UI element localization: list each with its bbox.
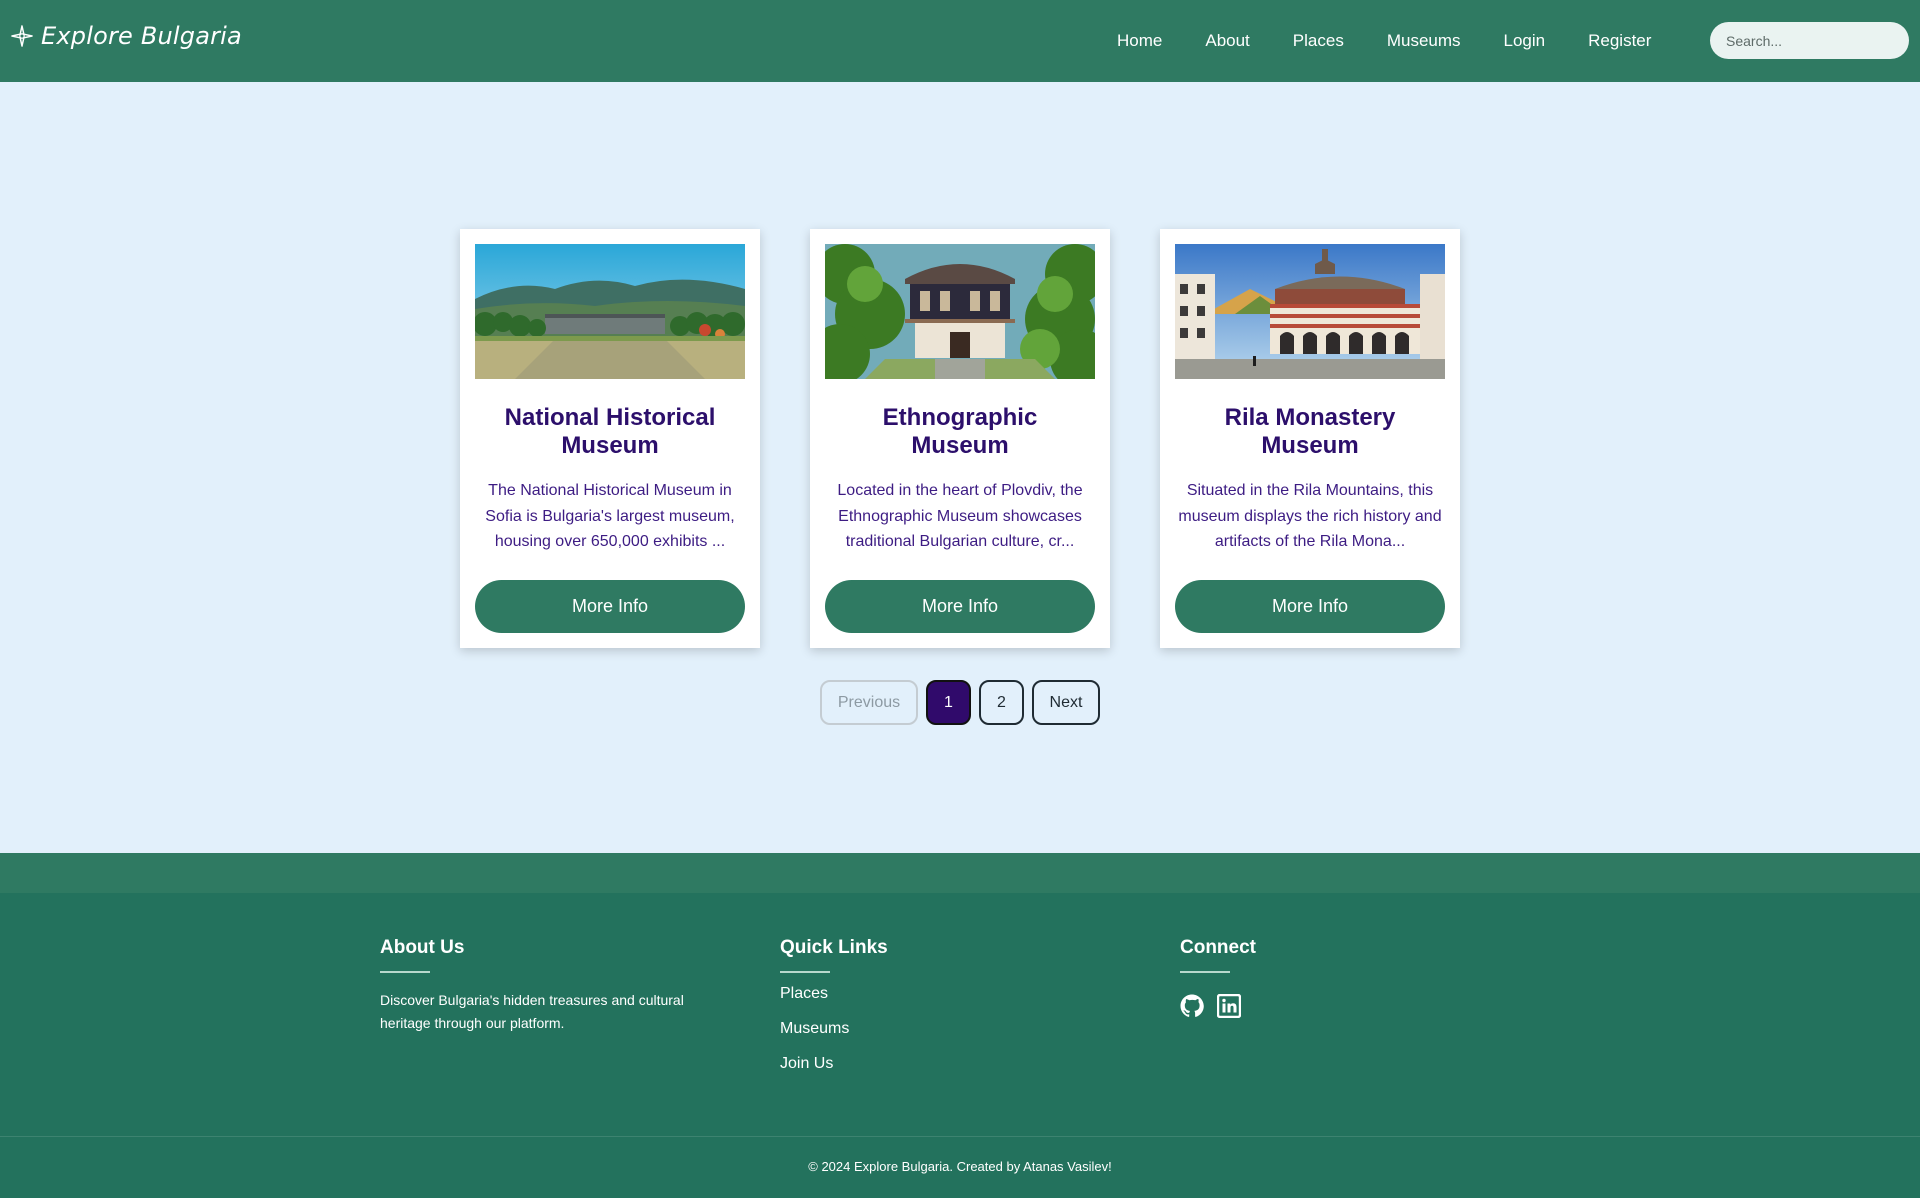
compass-star-icon xyxy=(11,25,33,47)
copyright-text: © 2024 Explore Bulgaria. Created by Atan… xyxy=(808,1159,1112,1174)
footer-divider xyxy=(0,1136,1920,1137)
card-title: National Historical Museum xyxy=(504,404,716,459)
museum-photo-rila-monastery xyxy=(1175,244,1445,379)
more-info-button[interactable]: More Info xyxy=(825,579,1095,633)
nav-home[interactable]: Home xyxy=(1117,31,1162,51)
card-description: Situated in the Rila Mountains, this mus… xyxy=(1178,482,1442,550)
nav-register[interactable]: Register xyxy=(1588,31,1651,51)
footer-about-title: About Us xyxy=(380,937,465,958)
card-title: Ethnographic Museum xyxy=(882,404,1038,459)
search-input[interactable] xyxy=(1710,22,1909,59)
heading-underline xyxy=(780,971,830,973)
card-title: Rila Monastery Museum xyxy=(1224,404,1396,459)
museum-cards: National Historical Museum The National … xyxy=(460,229,1460,648)
brand-name: Explore Bulgaria xyxy=(41,22,242,50)
pagination: Previous 1 2 Next xyxy=(820,680,1100,725)
card-description: The National Historical Museum in Sofia … xyxy=(485,482,735,550)
heading-underline xyxy=(1180,971,1230,973)
nav-login[interactable]: Login xyxy=(1504,31,1546,51)
footer-link-places[interactable]: Places xyxy=(780,985,888,1003)
main-nav: Home About Places Museums Login Register xyxy=(1117,0,1694,82)
museum-photo-national-historical xyxy=(475,244,745,379)
more-info-button[interactable]: More Info xyxy=(1175,579,1445,633)
quick-links-list: Places Museums Join Us xyxy=(780,985,888,1073)
page-1-button[interactable]: 1 xyxy=(926,680,971,725)
footer-link-join-us[interactable]: Join Us xyxy=(780,1055,888,1073)
nav-museums[interactable]: Museums xyxy=(1387,31,1461,51)
previous-page-button[interactable]: Previous xyxy=(820,680,918,725)
top-navbar: Explore Bulgaria Home About Places Museu… xyxy=(0,0,1920,82)
footer-about-text: Discover Bulgaria's hidden treasures and… xyxy=(380,992,684,1031)
linkedin-icon[interactable] xyxy=(1217,994,1241,1018)
nav-places[interactable]: Places xyxy=(1293,31,1344,51)
museum-card: Rila Monastery Museum Situated in the Ri… xyxy=(1160,229,1460,648)
next-page-button[interactable]: Next xyxy=(1032,680,1100,725)
social-links xyxy=(1180,994,1256,1018)
more-info-button[interactable]: More Info xyxy=(475,579,745,633)
footer-about: About Us Discover Bulgaria's hidden trea… xyxy=(380,937,710,1035)
brand-logo[interactable]: Explore Bulgaria xyxy=(11,22,242,50)
heading-underline xyxy=(380,971,430,973)
nav-about[interactable]: About xyxy=(1205,31,1249,51)
museum-card: National Historical Museum The National … xyxy=(460,229,760,648)
card-description: Located in the heart of Plovdiv, the Eth… xyxy=(837,482,1083,550)
site-footer: About Us Discover Bulgaria's hidden trea… xyxy=(0,893,1920,1198)
footer-top-band xyxy=(0,853,1920,893)
footer-quick-links: Quick Links Places Museums Join Us xyxy=(780,937,888,1090)
footer-link-museums[interactable]: Museums xyxy=(780,1020,888,1038)
museum-photo-ethnographic xyxy=(825,244,1095,379)
github-icon[interactable] xyxy=(1180,994,1204,1018)
footer-connect: Connect xyxy=(1180,937,1256,1018)
page-2-button[interactable]: 2 xyxy=(979,680,1024,725)
footer-connect-title: Connect xyxy=(1180,937,1256,958)
footer-links-title: Quick Links xyxy=(780,937,888,958)
museum-card: Ethnographic Museum Located in the heart… xyxy=(810,229,1110,648)
